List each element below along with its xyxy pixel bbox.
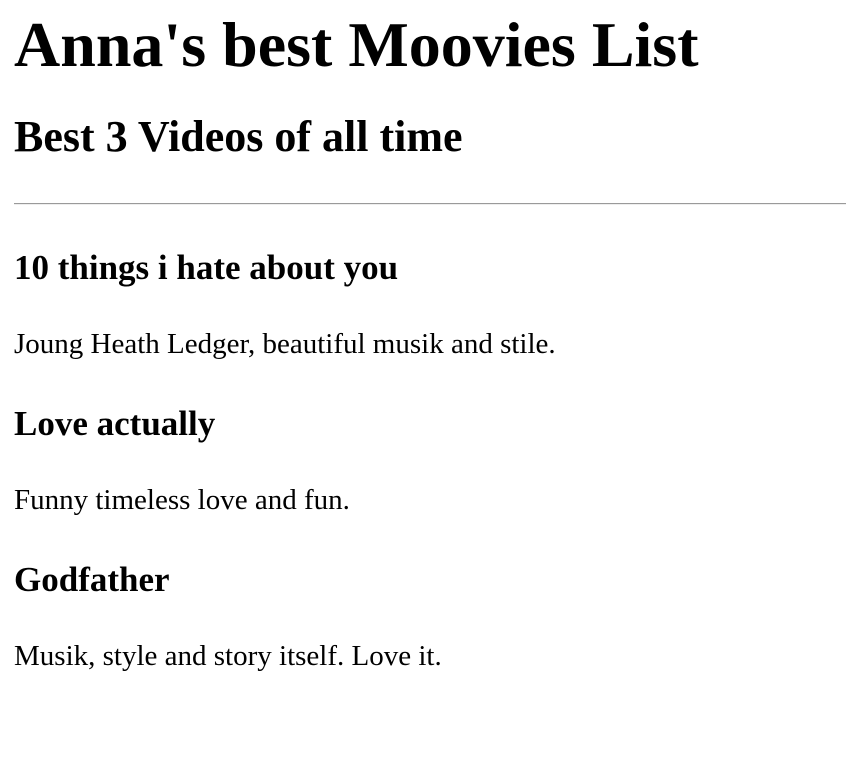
page-title: Anna's best Moovies List bbox=[14, 9, 699, 80]
movie-title: Love actually bbox=[14, 404, 216, 443]
page-subtitle: Best 3 Videos of all time bbox=[14, 112, 463, 161]
movie-title: 10 things i hate about you bbox=[14, 248, 399, 287]
movie-description: Joung Heath Ledger, beautiful musik and … bbox=[14, 328, 556, 360]
movie-item: 10 things i hate about you Joung Heath L… bbox=[14, 205, 846, 359]
movie-item: Godfather Musik, style and story itself.… bbox=[14, 515, 846, 671]
movie-item: Love actually Funny timeless love and fu… bbox=[14, 359, 846, 515]
movie-description: Musik, style and story itself. Love it. bbox=[14, 640, 442, 672]
page-content: Anna's best Moovies List Best 3 Videos o… bbox=[0, 0, 846, 671]
movie-description: Funny timeless love and fun. bbox=[14, 484, 350, 516]
movie-title: Godfather bbox=[14, 560, 170, 599]
